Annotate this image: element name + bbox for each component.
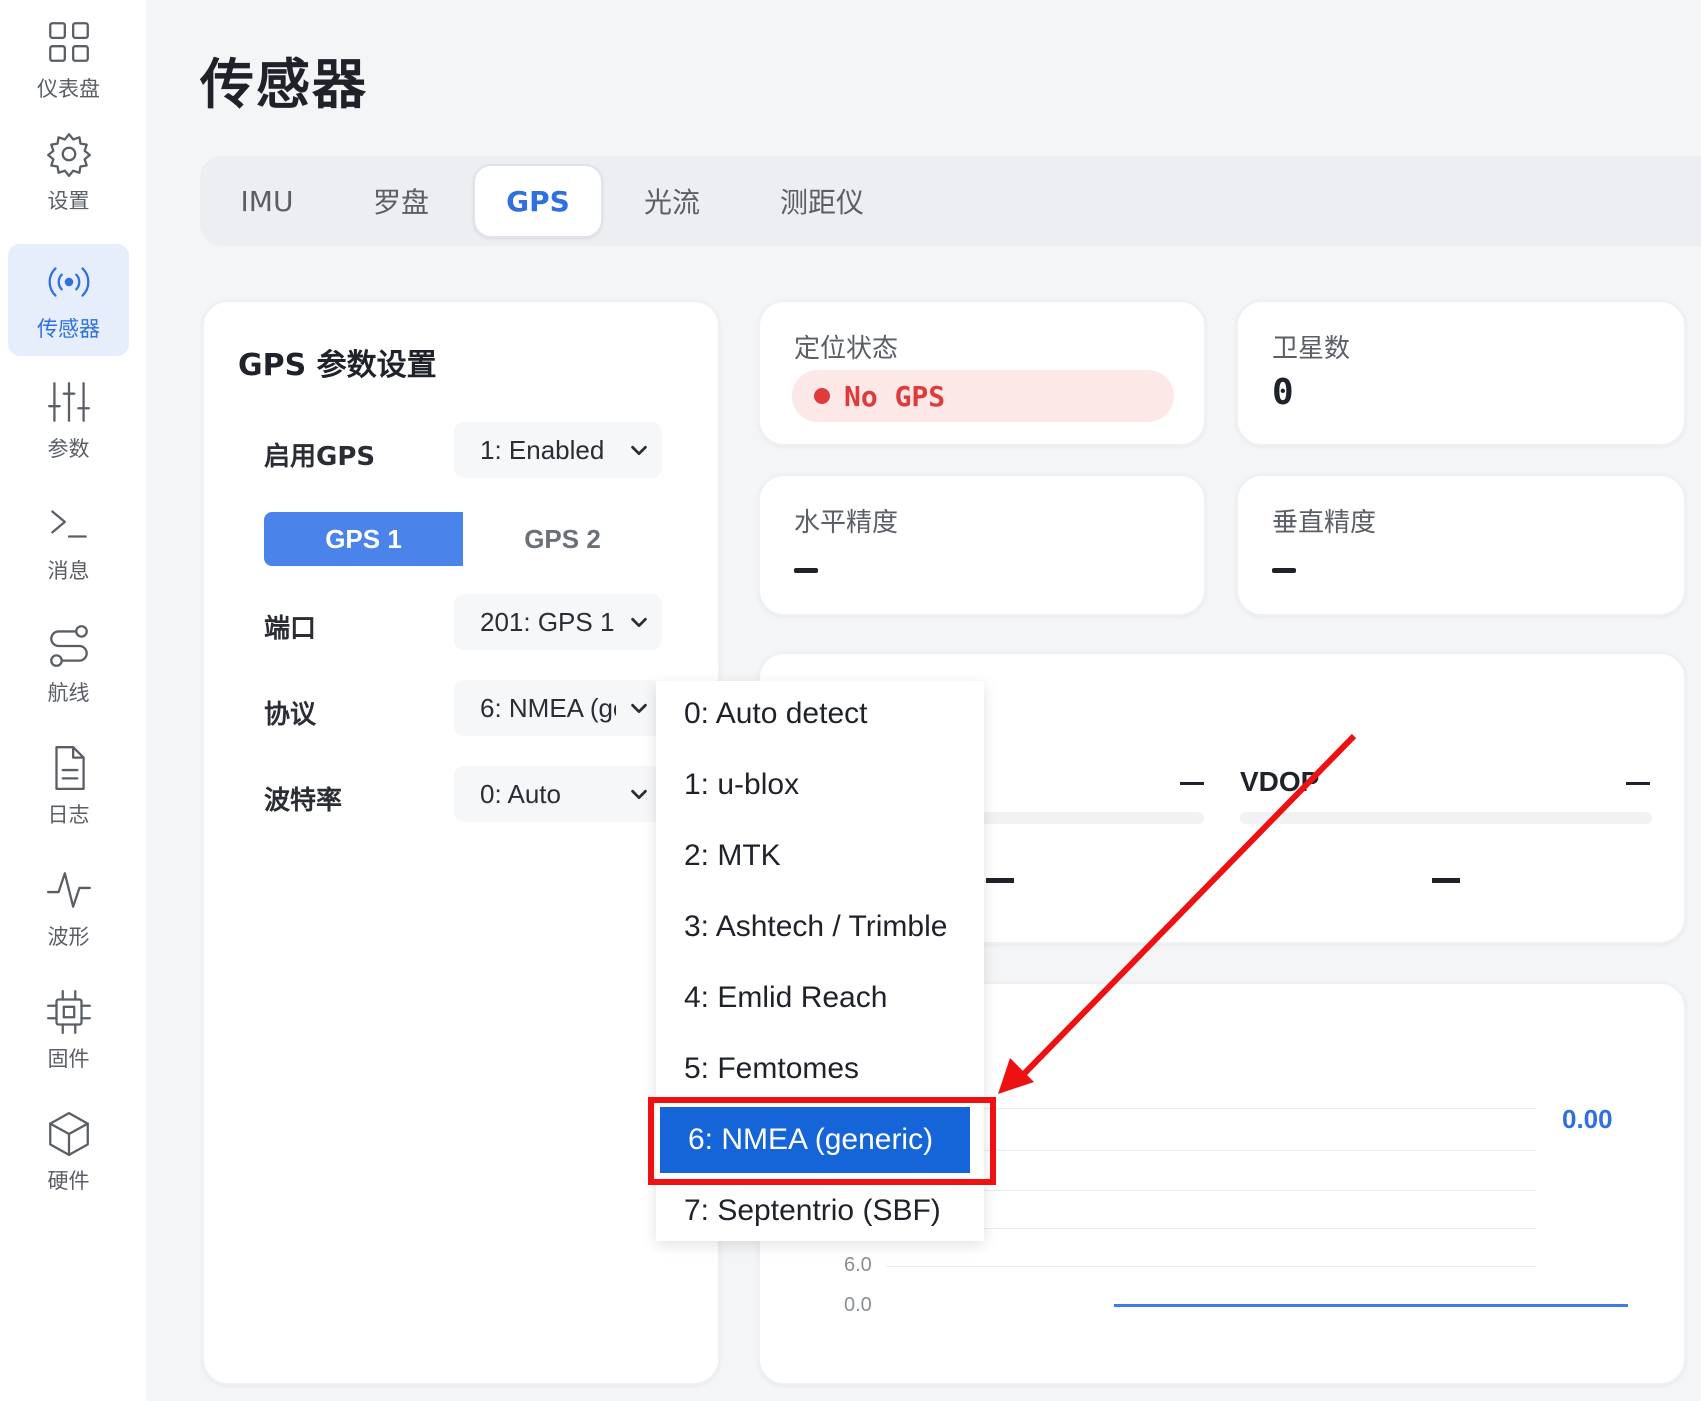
tdop-value	[1432, 878, 1460, 883]
hdop-bar	[960, 812, 1204, 824]
baud-rate-label: 波特率	[264, 786, 343, 816]
sidebar-item-settings[interactable]: 设置	[8, 116, 129, 228]
protocol-option[interactable]: 4: Emlid Reach	[656, 965, 984, 1031]
sidebar-item-waveform[interactable]: 波形	[8, 852, 129, 964]
vertical-accuracy-title: 垂直精度	[1272, 508, 1377, 538]
sidebar-item-label: 航线	[47, 681, 90, 705]
tab-optical-flow[interactable]: 光流	[612, 164, 732, 238]
satellites-card: 卫星数 0	[1236, 300, 1686, 446]
enable-gps-label: 启用GPS	[264, 442, 376, 472]
status-dot-icon	[814, 388, 830, 404]
chevron-down-icon	[616, 422, 662, 478]
sidebar-item-label: 硬件	[47, 1169, 90, 1193]
vdop-bar	[1240, 812, 1652, 824]
baud-rate-select[interactable]: 0: Auto	[454, 766, 662, 822]
terminal-icon	[50, 510, 87, 538]
tab-rangefinder[interactable]: 测距仪	[752, 164, 892, 238]
vdop-value	[1626, 782, 1650, 785]
protocol-select[interactable]: 6: NMEA (generic)	[454, 680, 662, 736]
horizontal-accuracy-value	[794, 568, 818, 573]
page-title: 传感器	[200, 53, 368, 116]
protocol-option-selected[interactable]: 6: NMEA (generic)	[660, 1107, 970, 1173]
y-tick-label: 6.0	[844, 1254, 872, 1276]
fix-status-badge: No GPS	[792, 370, 1174, 422]
sidebar-item-routes[interactable]: 航线	[8, 608, 129, 720]
vertical-accuracy-value	[1272, 568, 1296, 573]
port-select[interactable]: 201: GPS 1	[454, 594, 662, 650]
sidebar-item-label: 消息	[47, 559, 90, 583]
sidebar-item-dashboard[interactable]: 仪表盘	[8, 4, 129, 116]
sidebar-item-label: 日志	[47, 803, 90, 827]
sidebar-item-sensors[interactable]: 传感器	[8, 244, 129, 356]
fix-status-title: 定位状态	[794, 334, 899, 364]
tab-imu[interactable]: IMU	[212, 164, 322, 238]
sliders-icon	[47, 382, 90, 422]
sidebar-item-label: 传感器	[37, 317, 100, 341]
pdop-value	[986, 878, 1014, 883]
dashboard-grid-icon	[48, 22, 89, 62]
y-tick-label: 0.0	[844, 1294, 872, 1316]
sidebar-item-label: 固件	[47, 1047, 90, 1071]
chart-current-value: 0.00	[1562, 1104, 1613, 1134]
vdop-label: VDOP	[1240, 766, 1320, 797]
protocol-option[interactable]: 3: Ashtech / Trimble	[656, 894, 984, 960]
horizontal-accuracy-card: 水平精度	[758, 474, 1206, 616]
document-icon	[54, 746, 85, 790]
sidebar-item-messages[interactable]: 消息	[8, 486, 129, 598]
sidebar: 仪表盘 设置 传感器 参数 消息 航线 日志 波形 固件 硬件	[0, 0, 146, 1401]
route-icon	[49, 625, 88, 667]
protocol-label: 协议	[264, 700, 317, 730]
horizontal-accuracy-title: 水平精度	[794, 508, 899, 538]
sidebar-item-label: 设置	[47, 189, 90, 213]
gps-settings-card: GPS 参数设置 启用GPS 1: Enabled GPS 1 GPS 2 端口…	[202, 300, 720, 1385]
sidebar-item-firmware[interactable]: 固件	[8, 974, 129, 1086]
tab-gps[interactable]: GPS	[473, 164, 603, 238]
cube-icon	[48, 1112, 89, 1156]
sidebar-item-params[interactable]: 参数	[8, 364, 129, 476]
port-label: 端口	[264, 614, 317, 644]
gps2-segment-button[interactable]: GPS 2	[463, 512, 662, 566]
vertical-accuracy-card: 垂直精度	[1236, 474, 1686, 616]
sidebar-item-label: 仪表盘	[37, 77, 100, 101]
protocol-option[interactable]: 2: MTK	[656, 823, 984, 889]
protocol-option[interactable]: 0: Auto detect	[656, 681, 984, 747]
hdop-value	[1180, 782, 1204, 785]
grid-line	[886, 1266, 1536, 1267]
sidebar-item-label: 参数	[47, 437, 90, 461]
satellites-title: 卫星数	[1272, 334, 1351, 364]
gps-settings-title: GPS 参数设置	[238, 348, 437, 383]
gps-instance-segmented: GPS 1 GPS 2	[264, 512, 662, 566]
chevron-down-icon	[616, 594, 662, 650]
waveform-icon	[46, 872, 91, 908]
gear-icon	[46, 133, 91, 178]
gps1-segment-button[interactable]: GPS 1	[264, 512, 463, 566]
chart-series-line	[1114, 1304, 1628, 1307]
satellites-value: 0	[1272, 372, 1294, 413]
tab-bar: IMU 罗盘 GPS 光流 测距仪	[200, 156, 1701, 246]
protocol-option[interactable]: 5: Femtomes	[656, 1036, 984, 1102]
protocol-dropdown-menu: 0: Auto detect 1: u-blox 2: MTK 3: Ashte…	[656, 681, 984, 1241]
chip-icon	[46, 990, 91, 1034]
protocol-option[interactable]: 1: u-blox	[656, 752, 984, 818]
sidebar-item-logs[interactable]: 日志	[8, 730, 129, 842]
sidebar-item-label: 波形	[47, 925, 90, 949]
sidebar-item-hardware[interactable]: 硬件	[8, 1096, 129, 1208]
enable-gps-select[interactable]: 1: Enabled	[454, 422, 662, 478]
tab-compass[interactable]: 罗盘	[346, 164, 456, 238]
broadcast-icon	[48, 267, 89, 297]
fix-status-card: 定位状态 No GPS	[758, 300, 1206, 446]
protocol-option[interactable]: 7: Septentrio (SBF)	[656, 1178, 984, 1244]
